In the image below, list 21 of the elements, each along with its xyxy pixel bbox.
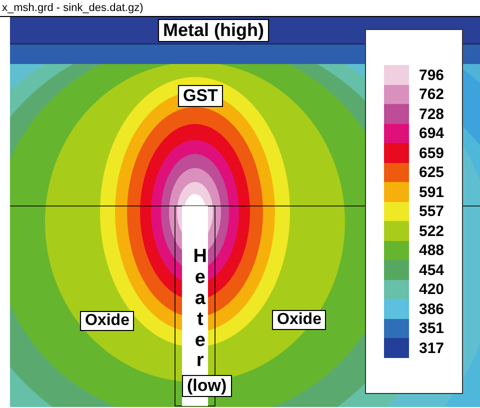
legend-value: 488 bbox=[418, 242, 444, 259]
legend-value: 659 bbox=[418, 144, 444, 162]
legend-value: 386 bbox=[418, 300, 444, 318]
legend-value: 694 bbox=[418, 125, 444, 142]
legend-value: 420 bbox=[418, 281, 444, 298]
region-label: Oxide bbox=[80, 311, 134, 332]
region-label: Oxide bbox=[272, 310, 326, 330]
legend-value: 557 bbox=[418, 203, 444, 220]
legend-value: 591 bbox=[418, 184, 444, 200]
legend-value: 762 bbox=[418, 86, 444, 103]
legend-value: 454 bbox=[418, 262, 444, 278]
region-label: (low) bbox=[182, 375, 232, 397]
legend-value: 522 bbox=[418, 222, 444, 240]
legend-value: 351 bbox=[418, 320, 444, 337]
region-label: GST bbox=[178, 85, 223, 107]
legend-value: 728 bbox=[418, 106, 444, 122]
legend-value: 625 bbox=[418, 164, 444, 181]
region-label: Heater bbox=[193, 247, 208, 372]
legend-value: 796 bbox=[418, 66, 444, 84]
legend-value: 317 bbox=[418, 340, 444, 356]
region-label: Metal (high) bbox=[158, 19, 269, 42]
